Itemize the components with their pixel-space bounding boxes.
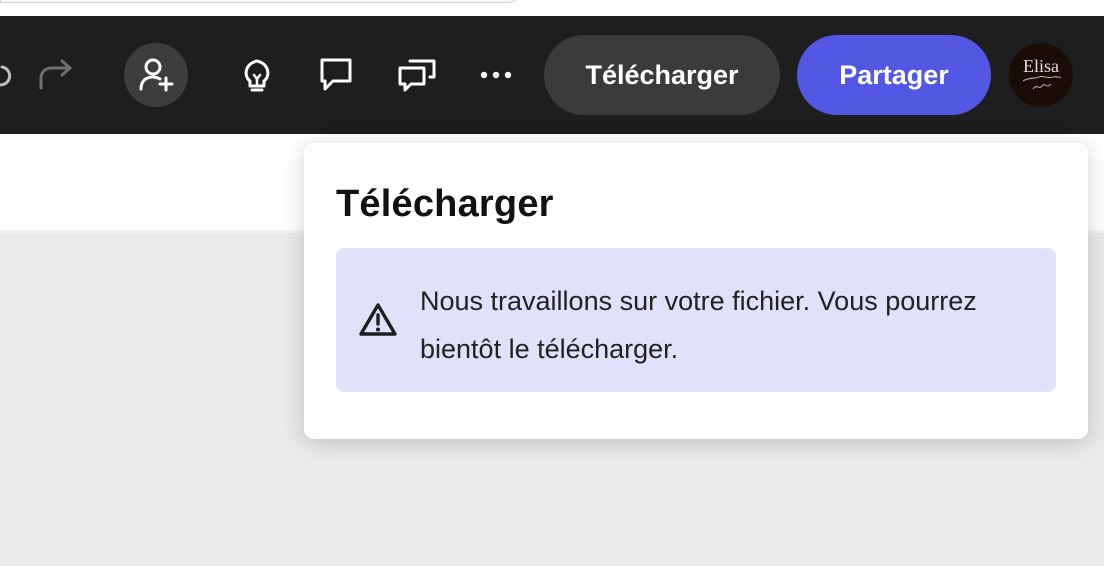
share-button[interactable]: Partager [797, 35, 991, 115]
app-toolbar: Télécharger Partager Elisa [0, 16, 1104, 134]
undo-icon[interactable] [0, 58, 14, 92]
download-button[interactable]: Télécharger [544, 35, 780, 115]
comment-icon[interactable] [316, 55, 356, 95]
browser-chrome-edge [0, 0, 1104, 16]
download-popover: Télécharger Nous travaillons sur votre f… [304, 143, 1088, 439]
avatar[interactable]: Elisa [1009, 43, 1073, 107]
comments-icon[interactable] [396, 55, 438, 95]
invite-user-icon[interactable] [124, 43, 188, 107]
address-bar-edge [0, 0, 522, 3]
alert-message: Nous travaillons sur votre fichier. Vous… [420, 286, 977, 364]
warning-icon [358, 302, 398, 338]
redo-icon[interactable] [36, 58, 76, 92]
more-icon[interactable] [476, 62, 516, 88]
avatar-flourish [1022, 75, 1062, 90]
lightbulb-icon[interactable] [238, 55, 276, 95]
download-status-alert: Nous travaillons sur votre fichier. Vous… [336, 248, 1056, 392]
popover-title: Télécharger [336, 183, 554, 225]
